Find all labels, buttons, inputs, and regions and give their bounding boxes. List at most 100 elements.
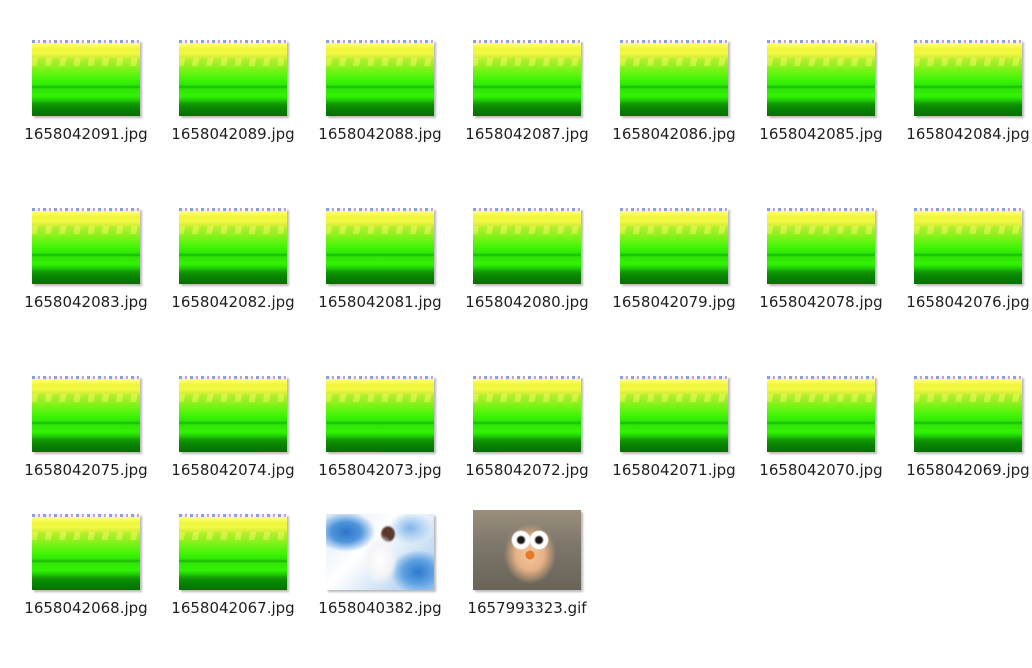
image-thumbnail [179,40,287,116]
image-thumbnail [32,40,140,116]
thumbnail-frame [619,206,729,284]
file-name-label: 1658042078.jpg [759,293,883,311]
file-name-label: 1658042068.jpg [24,599,148,617]
file-name-label: 1658042076.jpg [906,293,1030,311]
thumbnail-frame [766,206,876,284]
file-name-label: 1658042079.jpg [612,293,736,311]
thumbnail-frame [472,374,582,452]
file-name-label: 1658042070.jpg [759,461,883,479]
file-grid: 1658042091.jpg 1658042089.jpg 1658042088.j… [0,0,1032,668]
file-name-label: 1658042086.jpg [612,125,736,143]
image-thumbnail [179,208,287,284]
file-name-label: 1658042088.jpg [318,125,442,143]
file-item[interactable]: 1658042085.jpg [751,38,891,168]
file-item[interactable]: 1658042071.jpg [604,374,744,504]
file-item[interactable]: 1658042091.jpg [16,38,156,168]
thumbnail-frame [913,374,1023,452]
file-name-label: 1658042069.jpg [906,461,1030,479]
image-thumbnail [473,40,581,116]
image-thumbnail [914,376,1022,452]
image-thumbnail [326,376,434,452]
image-thumbnail [620,208,728,284]
file-item[interactable]: 1658042068.jpg [16,512,156,642]
thumbnail-frame [178,206,288,284]
file-item[interactable]: 1658042072.jpg [457,374,597,504]
file-name-label: 1658042087.jpg [465,125,589,143]
file-name-label: 1658042082.jpg [171,293,295,311]
thumbnail-frame [31,206,141,284]
file-name-label: 1658042073.jpg [318,461,442,479]
thumbnail-frame [325,206,435,284]
image-thumbnail [767,376,875,452]
file-name-label: 1658042074.jpg [171,461,295,479]
file-item[interactable]: 1658042084.jpg [898,38,1032,168]
image-thumbnail [473,208,581,284]
thumbnail-frame [619,38,729,116]
file-item[interactable]: 1658042079.jpg [604,206,744,336]
file-name-label: 1658040382.jpg [318,599,442,617]
file-item[interactable]: 1658042069.jpg [898,374,1032,504]
image-thumbnail [473,376,581,452]
file-item[interactable]: 1658042076.jpg [898,206,1032,336]
thumbnail-frame [766,374,876,452]
thumbnail-frame [31,512,141,590]
file-item[interactable]: 1658042089.jpg [163,38,303,168]
file-item[interactable]: 1657993323.gif [457,510,597,642]
thumbnail-frame [472,38,582,116]
file-name-label: 1658042081.jpg [318,293,442,311]
file-item[interactable]: 1658042074.jpg [163,374,303,504]
thumbnail-frame [619,374,729,452]
thumbnail-frame [178,374,288,452]
thumbnail-frame [472,206,582,284]
file-item[interactable]: 1658042075.jpg [16,374,156,504]
file-item[interactable]: 1658042087.jpg [457,38,597,168]
image-thumbnail [620,40,728,116]
file-item[interactable]: 1658042082.jpg [163,206,303,336]
image-thumbnail [767,40,875,116]
thumbnail-frame [766,38,876,116]
image-thumbnail [326,40,434,116]
image-thumbnail [179,514,287,590]
file-item[interactable]: 1658042078.jpg [751,206,891,336]
file-item[interactable]: 1658042081.jpg [310,206,450,336]
file-item[interactable]: 1658042088.jpg [310,38,450,168]
thumbnail-frame [325,374,435,452]
thumbnail-frame [913,38,1023,116]
file-name-label: 1658042089.jpg [171,125,295,143]
file-name-label: 1658042084.jpg [906,125,1030,143]
thumbnail-frame [178,38,288,116]
thumbnail-frame [31,374,141,452]
file-name-label: 1658042075.jpg [24,461,148,479]
thumbnail-frame [472,510,582,590]
file-name-label: 1658042067.jpg [171,599,295,617]
file-item[interactable]: 1658042083.jpg [16,206,156,336]
file-item[interactable]: 1658042067.jpg [163,512,303,642]
image-thumbnail [32,514,140,590]
file-name-label: 1657993323.gif [467,599,587,617]
image-thumbnail [326,208,434,284]
file-item[interactable]: 1658042080.jpg [457,206,597,336]
file-item[interactable]: 1658042073.jpg [310,374,450,504]
file-name-label: 1658042085.jpg [759,125,883,143]
file-item[interactable]: 1658040382.jpg [310,512,450,642]
thumbnail-frame [325,38,435,116]
image-thumbnail [620,376,728,452]
image-thumbnail [179,376,287,452]
image-thumbnail [32,208,140,284]
image-thumbnail [914,208,1022,284]
thumbnail-frame [325,512,435,590]
thumbnail-frame [913,206,1023,284]
file-name-label: 1658042083.jpg [24,293,148,311]
file-item[interactable]: 1658042086.jpg [604,38,744,168]
image-thumbnail [326,514,434,590]
thumbnail-frame [178,512,288,590]
file-name-label: 1658042080.jpg [465,293,589,311]
file-item[interactable]: 1658042070.jpg [751,374,891,504]
file-name-label: 1658042071.jpg [612,461,736,479]
file-name-label: 1658042091.jpg [24,125,148,143]
gif-thumbnail [473,510,581,590]
image-thumbnail [767,208,875,284]
thumbnail-frame [31,38,141,116]
image-thumbnail [32,376,140,452]
file-name-label: 1658042072.jpg [465,461,589,479]
